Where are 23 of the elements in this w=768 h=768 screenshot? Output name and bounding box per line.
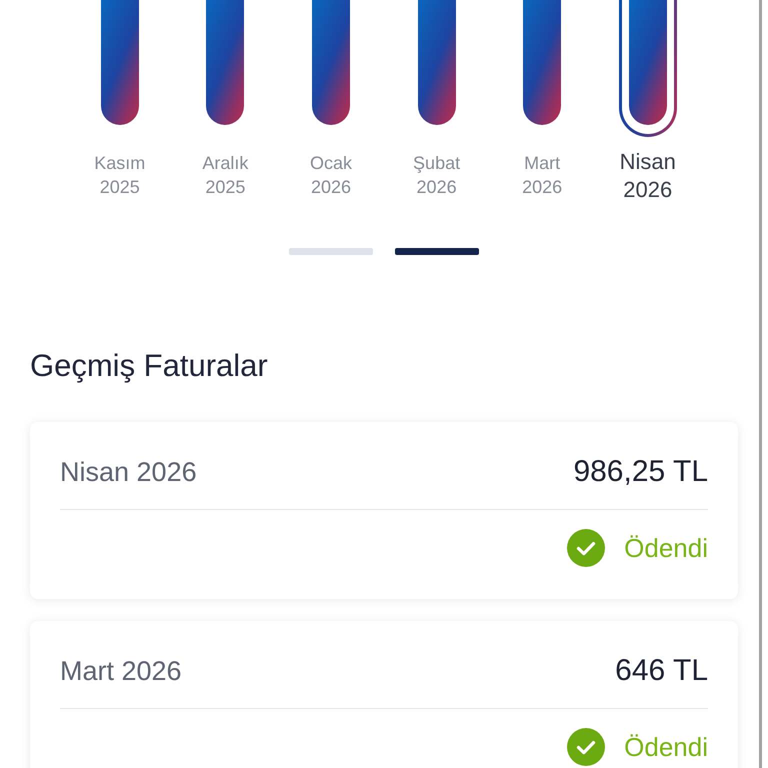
invoice-card[interactable]: Nisan 2026 986,25 TL Ödendi (30, 422, 738, 599)
month-label: Şubat 2026 (413, 152, 460, 199)
invoice-amount: 646 TL (615, 654, 708, 688)
usage-bar[interactable] (523, 0, 562, 125)
usage-bar[interactable] (206, 0, 244, 125)
payment-status: Ödendi (624, 532, 708, 564)
payment-status: Ödendi (624, 732, 708, 762)
check-circle-icon (567, 529, 606, 567)
selected-bar-outline[interactable] (618, 0, 677, 137)
month-label: Kasım 2025 (94, 152, 146, 199)
invoice-card[interactable]: Mart 2026 646 TL Ödendi (30, 621, 738, 768)
month-label: Ocak 2026 (310, 152, 352, 199)
check-circle-icon (567, 728, 606, 766)
month-label: Nisan 2026 (620, 148, 676, 204)
usage-bar[interactable] (418, 0, 456, 125)
invoice-period: Mart 2026 (60, 656, 182, 686)
usage-bar[interactable] (312, 0, 350, 125)
month-label: Aralık 2025 (202, 152, 248, 199)
invoice-amount: 986,25 TL (573, 455, 708, 489)
section-title: Geçmiş Faturalar (30, 347, 268, 385)
invoice-period: Nisan 2026 (60, 456, 197, 488)
month-label: Mart 2026 (522, 152, 562, 199)
usage-bar[interactable] (100, 0, 139, 125)
